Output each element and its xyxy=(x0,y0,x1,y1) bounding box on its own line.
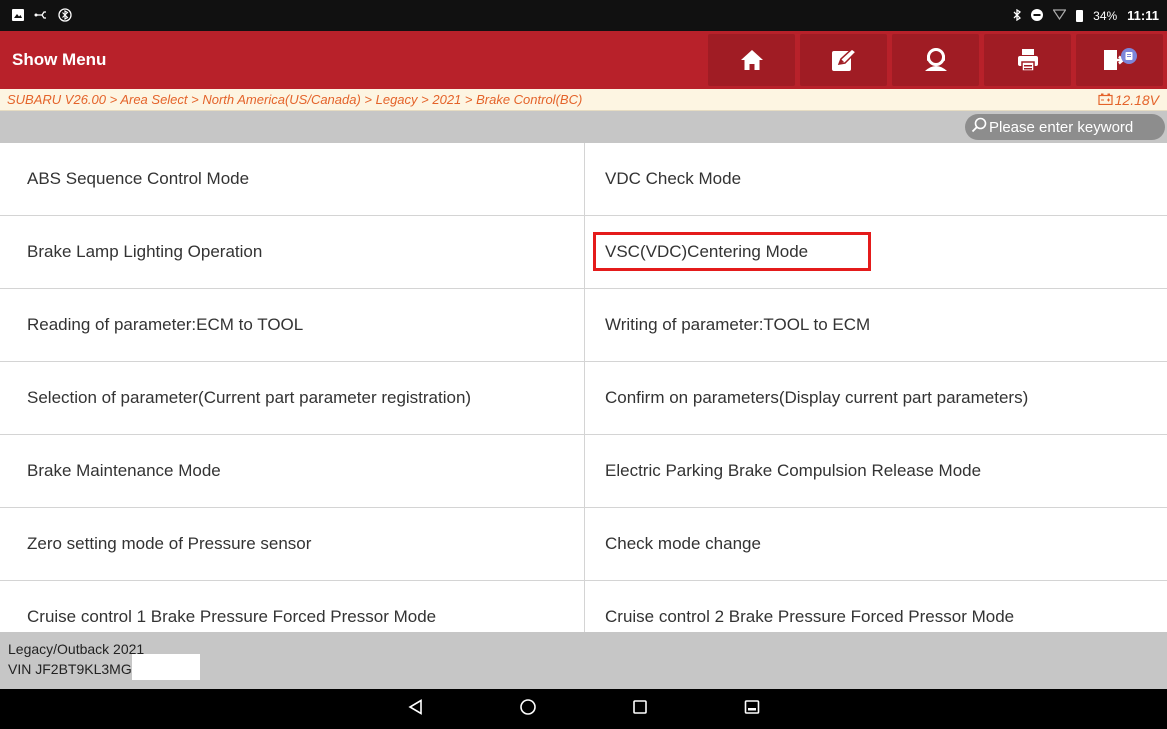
voltage-value: 12.18V xyxy=(1114,91,1159,108)
remote-support-icon xyxy=(923,48,949,72)
menu-item-reading-of-parameter[interactable]: Reading of parameter:ECM to TOOL xyxy=(0,289,585,362)
car-battery-icon xyxy=(1098,92,1113,108)
status-left xyxy=(12,7,72,24)
clock: 11:11 xyxy=(1127,8,1159,23)
home-button[interactable] xyxy=(708,34,795,86)
menu-item-label: Electric Parking Brake Compulsion Releas… xyxy=(605,461,982,480)
home-icon xyxy=(740,49,764,71)
usb-debug-icon xyxy=(34,9,48,23)
home-nav-button[interactable] xyxy=(472,689,584,729)
search-bar xyxy=(0,111,1167,143)
bluetooth-icon xyxy=(1013,8,1022,23)
menu-item-label: ABS Sequence Control Mode xyxy=(27,169,250,188)
print-icon xyxy=(1016,48,1040,72)
menu-item-check-mode-change[interactable]: Check mode change xyxy=(585,508,1167,581)
app-header: Show Menu xyxy=(0,31,1167,89)
vin-row: VIN JF2BT9KL3MG xyxy=(8,654,1167,680)
status-right: 34% 11:11 xyxy=(1013,8,1159,23)
edit-report-button[interactable] xyxy=(800,34,887,86)
edit-report-icon xyxy=(831,48,857,72)
screenshot-button[interactable] xyxy=(696,689,808,729)
exit-icon xyxy=(1102,47,1138,73)
exit-button[interactable] xyxy=(1076,34,1163,86)
menu-item-abs-sequence-control-mode[interactable]: ABS Sequence Control Mode xyxy=(0,143,585,216)
menu-item-label: Reading of parameter:ECM to TOOL xyxy=(27,315,304,334)
menu-item-label: Cruise control 2 Brake Pressure Forced P… xyxy=(605,607,1015,626)
battery-percent: 34% xyxy=(1093,8,1118,23)
back-button[interactable] xyxy=(360,689,472,729)
menu-item-electric-parking-brake-release[interactable]: Electric Parking Brake Compulsion Releas… xyxy=(585,435,1167,508)
menu-item-label: Confirm on parameters(Display current pa… xyxy=(605,388,1029,407)
search-box[interactable] xyxy=(965,114,1167,140)
search-icon xyxy=(971,117,987,138)
menu-item-vsc-vdc-centering-mode[interactable]: VSC(VDC)Centering Mode xyxy=(585,216,1167,289)
wifi-icon xyxy=(1052,9,1067,22)
battery-voltage: 12.18V xyxy=(1098,92,1159,108)
menu-item-cruise-control-1[interactable]: Cruise control 1 Brake Pressure Forced P… xyxy=(0,581,585,632)
menu-item-selection-of-parameter[interactable]: Selection of parameter(Current part para… xyxy=(0,362,585,435)
menu-item-label: Writing of parameter:TOOL to ECM xyxy=(605,315,871,334)
menu-item-writing-of-parameter[interactable]: Writing of parameter:TOOL to ECM xyxy=(585,289,1167,362)
menu-item-label: Brake Maintenance Mode xyxy=(27,461,221,480)
menu-item-label: Check mode change xyxy=(605,534,761,553)
back-icon xyxy=(407,698,424,720)
breadcrumb: SUBARU V26.00 > Area Select > North Amer… xyxy=(7,92,583,107)
recents-button[interactable] xyxy=(584,689,696,729)
menu-item-label: Brake Lamp Lighting Operation xyxy=(27,242,263,261)
bluetooth-notification-icon xyxy=(58,7,72,24)
menu-item-confirm-on-parameters[interactable]: Confirm on parameters(Display current pa… xyxy=(585,362,1167,435)
menu-item-label: Zero setting mode of Pressure sensor xyxy=(27,534,312,553)
highlight-box xyxy=(593,232,871,271)
vin-number: VIN JF2BT9KL3MG xyxy=(8,661,132,677)
circle-home-icon xyxy=(519,698,537,721)
android-nav-bar xyxy=(0,689,1167,729)
battery-icon xyxy=(1076,9,1084,22)
gallery-notification-icon xyxy=(12,8,24,23)
breadcrumb-bar: SUBARU V26.00 > Area Select > North Amer… xyxy=(0,89,1167,111)
menu-item-label: Selection of parameter(Current part para… xyxy=(27,388,472,407)
menu-item-zero-setting-pressure-sensor[interactable]: Zero setting mode of Pressure sensor xyxy=(0,508,585,581)
recents-icon xyxy=(632,699,648,720)
menu-item-cruise-control-2[interactable]: Cruise control 2 Brake Pressure Forced P… xyxy=(585,581,1167,632)
do-not-disturb-icon xyxy=(1031,8,1044,23)
status-bar: 34% 11:11 xyxy=(0,0,1167,31)
screenshot-icon xyxy=(744,699,760,720)
header-toolbar xyxy=(708,31,1167,89)
menu-item-vdc-check-mode[interactable]: VDC Check Mode xyxy=(585,143,1167,216)
remote-support-button[interactable] xyxy=(892,34,979,86)
print-button[interactable] xyxy=(984,34,1071,86)
function-menu: ABS Sequence Control Mode VDC Check Mode… xyxy=(0,143,1167,632)
search-input[interactable] xyxy=(989,118,1167,136)
page-title: Show Menu xyxy=(12,50,107,69)
menu-item-label: Cruise control 1 Brake Pressure Forced P… xyxy=(27,607,437,626)
menu-item-brake-maintenance-mode[interactable]: Brake Maintenance Mode xyxy=(0,435,585,508)
vehicle-info-footer: Legacy/Outback 2021 VIN JF2BT9KL3MG xyxy=(0,632,1167,689)
menu-item-label: VDC Check Mode xyxy=(605,169,742,188)
menu-item-brake-lamp-lighting-operation[interactable]: Brake Lamp Lighting Operation xyxy=(0,216,585,289)
vin-redaction xyxy=(131,654,200,680)
